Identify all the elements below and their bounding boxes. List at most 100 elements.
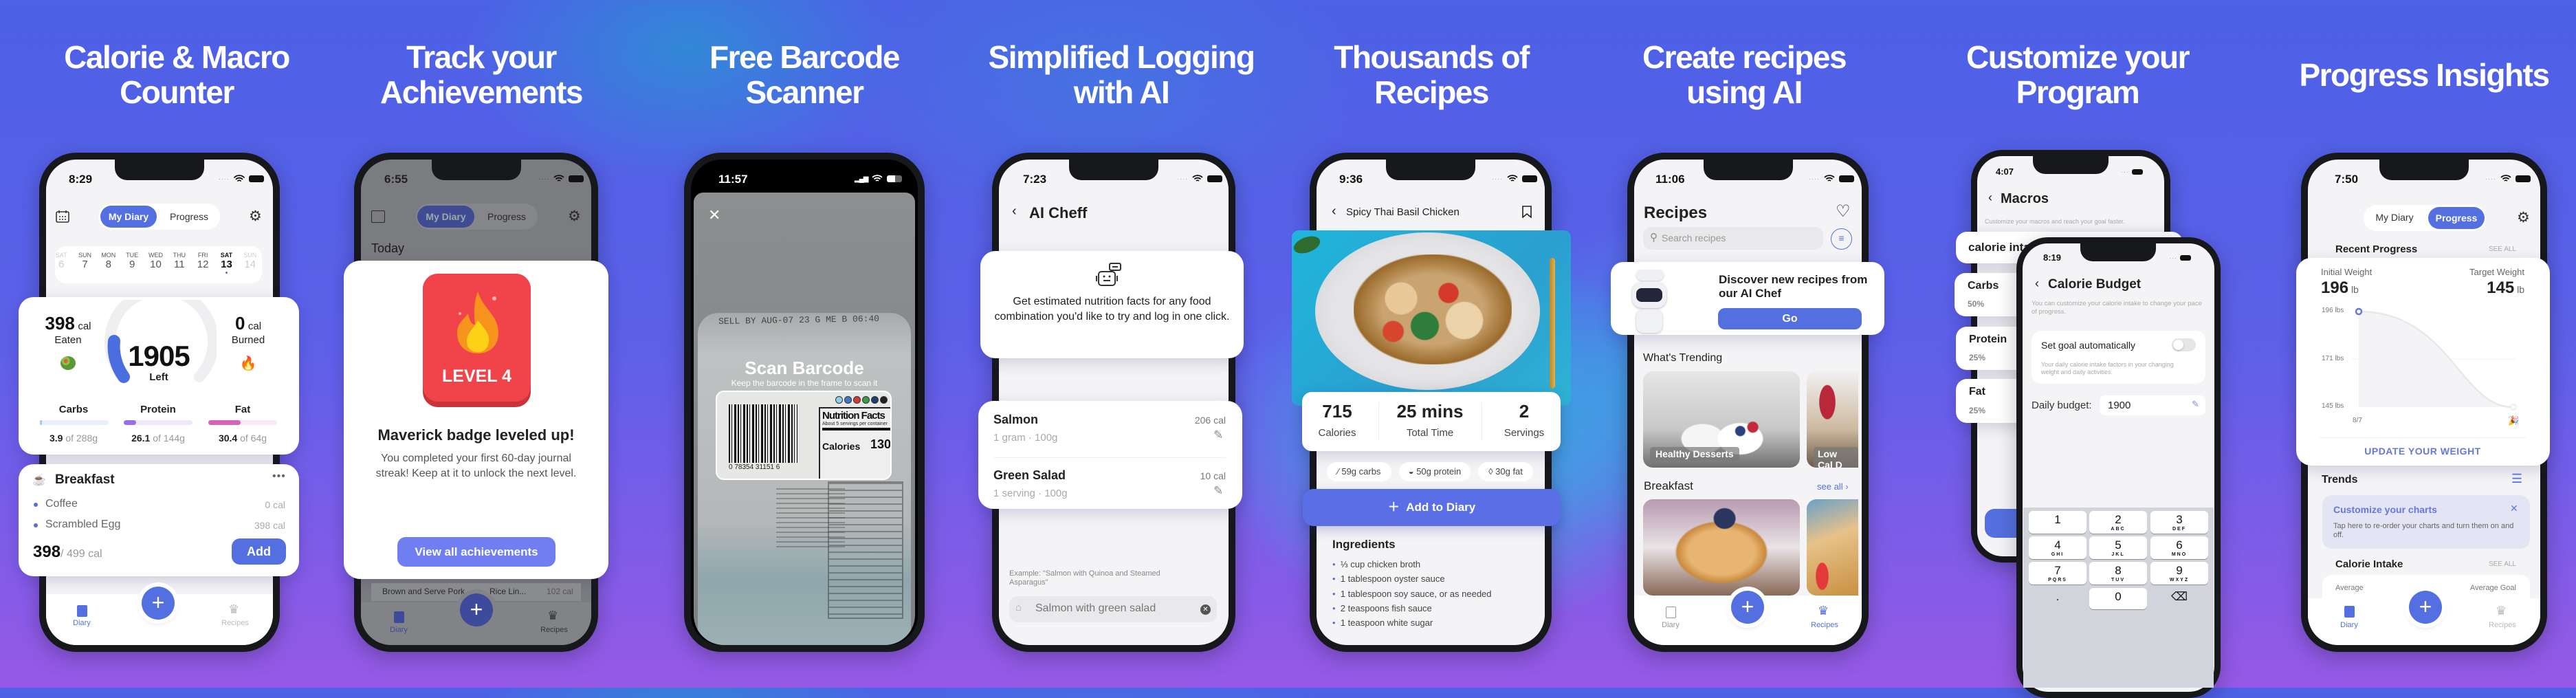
status-time: 11:06 [1655, 173, 1685, 186]
bookmark-icon[interactable] [1522, 206, 1532, 218]
tab-diary[interactable]: Diary [378, 626, 419, 634]
key-7[interactable]: 7 PQRS [2029, 562, 2087, 585]
add-fab[interactable]: + [2409, 591, 2442, 624]
wifi-icon [553, 175, 564, 182]
diary-icon[interactable] [77, 605, 87, 617]
day-item[interactable]: WED 10 [144, 246, 167, 274]
divider [2320, 437, 2526, 438]
auto-goal-toggle[interactable] [2172, 338, 2196, 351]
diary-icon[interactable] [2344, 606, 2355, 618]
gear-icon[interactable]: ⚙ [568, 208, 581, 225]
section-trending: What's Trending [1643, 352, 1723, 364]
edit-icon[interactable]: ✎ [1213, 428, 1223, 442]
backspace-key[interactable]: ⌫ [2150, 588, 2208, 609]
gear-icon[interactable]: ⚙ [2517, 209, 2530, 226]
day-item[interactable]: SUN 7 [73, 246, 96, 274]
key-6[interactable]: 6 MNO [2150, 536, 2208, 559]
key-1[interactable]: 1 [2029, 511, 2087, 534]
add-food-button[interactable]: Add [232, 538, 286, 565]
photo-nutrition-table [828, 481, 903, 619]
tab-progress[interactable]: Progress [2428, 207, 2485, 229]
tab-progress[interactable]: Progress [477, 211, 536, 222]
badge-level-label: LEVEL 4 [442, 367, 511, 386]
close-tip-icon[interactable]: ✕ [2510, 503, 2518, 514]
ingredient-item: • 1 teaspoon white sugar [1332, 618, 1433, 629]
add-fab[interactable]: + [142, 587, 175, 620]
see-all-link[interactable]: SEE ALL [2489, 246, 2516, 253]
initial-weight-label: Initial Weight [2321, 267, 2373, 277]
key-2[interactable]: 2 ABC [2089, 511, 2147, 534]
key-8[interactable]: 8 TUV [2089, 562, 2147, 585]
more-icon[interactable]: ••• [272, 470, 286, 483]
tab-recipes[interactable]: Recipes [533, 626, 575, 634]
key-decimal[interactable]: . [2029, 588, 2087, 609]
key-9[interactable]: 9 WXYZ [2150, 562, 2208, 585]
back-icon[interactable]: ‹ [2035, 276, 2039, 291]
tab-my-diary[interactable]: My Diary [417, 206, 474, 228]
macros-subtitle: Customize your macros and reach your goa… [1985, 218, 2125, 225]
chef-hat-icon[interactable]: ♛ [1818, 604, 1829, 618]
day-item[interactable]: TUE 9 [120, 246, 144, 274]
edit-icon[interactable]: ✎ [2192, 399, 2199, 410]
tab-diary[interactable]: Diary [61, 619, 102, 627]
edit-icon[interactable]: ✎ [1213, 484, 1223, 498]
tab-recipes[interactable]: Recipes [2482, 621, 2523, 629]
chef-hat-icon[interactable]: ♛ [547, 609, 558, 623]
trend-card-label: Low Cal D [1814, 447, 1858, 468]
key-5[interactable]: 5 JKL [2089, 536, 2147, 559]
breakfast-card-pancakes[interactable] [1643, 499, 1800, 596]
food-item-name[interactable]: Coffee [45, 498, 78, 510]
close-icon[interactable]: ✕ [708, 206, 720, 224]
ai-food-input-value[interactable]: Salmon with green salad [1035, 602, 1156, 615]
key-3[interactable]: 3 DEF [2150, 511, 2208, 534]
recipe-photo [1292, 230, 1571, 406]
see-all-link[interactable]: SEE ALL [2489, 560, 2516, 568]
breakfast-card-toast[interactable] [1807, 499, 1858, 596]
chef-hat-icon[interactable]: ♛ [228, 602, 239, 617]
add-to-diary-button[interactable]: ＋ Add to Diary [1303, 489, 1561, 526]
calendar-icon[interactable] [371, 210, 385, 223]
daily-budget-value[interactable]: 1900 [2108, 400, 2131, 411]
key-0[interactable]: 0 [2089, 588, 2147, 609]
see-all-link[interactable]: see all › [1817, 481, 1849, 492]
day-item[interactable]: SUN 14 [239, 246, 262, 274]
ingredients-list: • ⅓ cup chicken broth • 1 tablespoon oys… [1332, 557, 1492, 630]
back-icon[interactable]: ‹ [1012, 204, 1017, 219]
key-4[interactable]: 4 GHI [2029, 536, 2087, 559]
go-button[interactable]: Go [1718, 308, 1862, 329]
update-weight-button[interactable]: UPDATE YOUR WEIGHT [2320, 446, 2526, 457]
food-item-name[interactable]: Scrambled Egg [45, 519, 120, 531]
diary-icon[interactable] [394, 611, 404, 623]
day-item[interactable]: SAT 6 [55, 246, 73, 274]
fat-amount: 30.4 of 64g [218, 433, 267, 444]
tab-diary[interactable]: Diary [1650, 621, 1691, 629]
calendar-icon[interactable] [56, 210, 69, 223]
sliders-icon[interactable]: ☰ [2511, 472, 2522, 486]
chef-hat-icon[interactable]: ♛ [2496, 604, 2507, 618]
stat-time-label: Total Time [1406, 427, 1454, 439]
clear-input-icon[interactable]: ✕ [1200, 604, 1211, 615]
promo-text: Discover new recipes from our AI Chef [1719, 273, 1868, 300]
view-achievements-button[interactable]: View all achievements [397, 537, 555, 567]
trend-card-low-cal[interactable]: Low Cal D [1807, 371, 1858, 468]
filter-icon[interactable]: ≡ [1831, 228, 1852, 250]
tab-recipes[interactable]: Recipes [1804, 621, 1845, 629]
back-icon[interactable]: ‹ [1332, 204, 1336, 219]
heart-icon[interactable]: ♡ [1836, 201, 1851, 221]
tab-diary[interactable]: Diary [2329, 621, 2370, 629]
tab-recipes[interactable]: Recipes [214, 619, 256, 627]
stat-calories-label: Calories [1318, 427, 1356, 439]
day-item[interactable]: FRI 12 [191, 246, 214, 274]
add-fab[interactable]: + [460, 593, 493, 626]
back-icon[interactable]: ‹ [1988, 190, 1992, 205]
day-item-selected[interactable]: SAT 13 [214, 246, 238, 274]
tab-progress[interactable]: Progress [159, 211, 219, 222]
day-item[interactable]: THU 11 [168, 246, 191, 274]
notch [1386, 160, 1475, 180]
tab-my-diary[interactable]: My Diary [2365, 212, 2424, 223]
gear-icon[interactable]: ⚙ [249, 208, 262, 225]
day-item[interactable]: MON 8 [97, 246, 120, 274]
tab-my-diary[interactable]: My Diary [100, 206, 157, 228]
add-fab[interactable]: + [1731, 591, 1764, 624]
diary-icon[interactable] [1666, 607, 1676, 618]
